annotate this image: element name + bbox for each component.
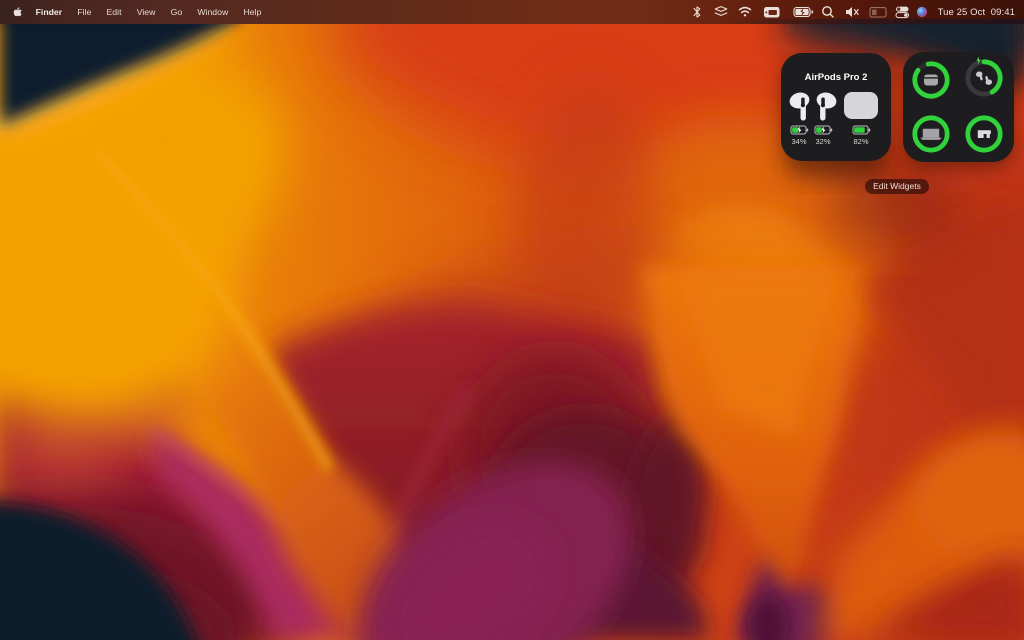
svg-text:32%: 32% <box>815 137 830 146</box>
svg-text:34%: 34% <box>791 137 806 146</box>
svg-text:82%: 82% <box>853 137 868 146</box>
